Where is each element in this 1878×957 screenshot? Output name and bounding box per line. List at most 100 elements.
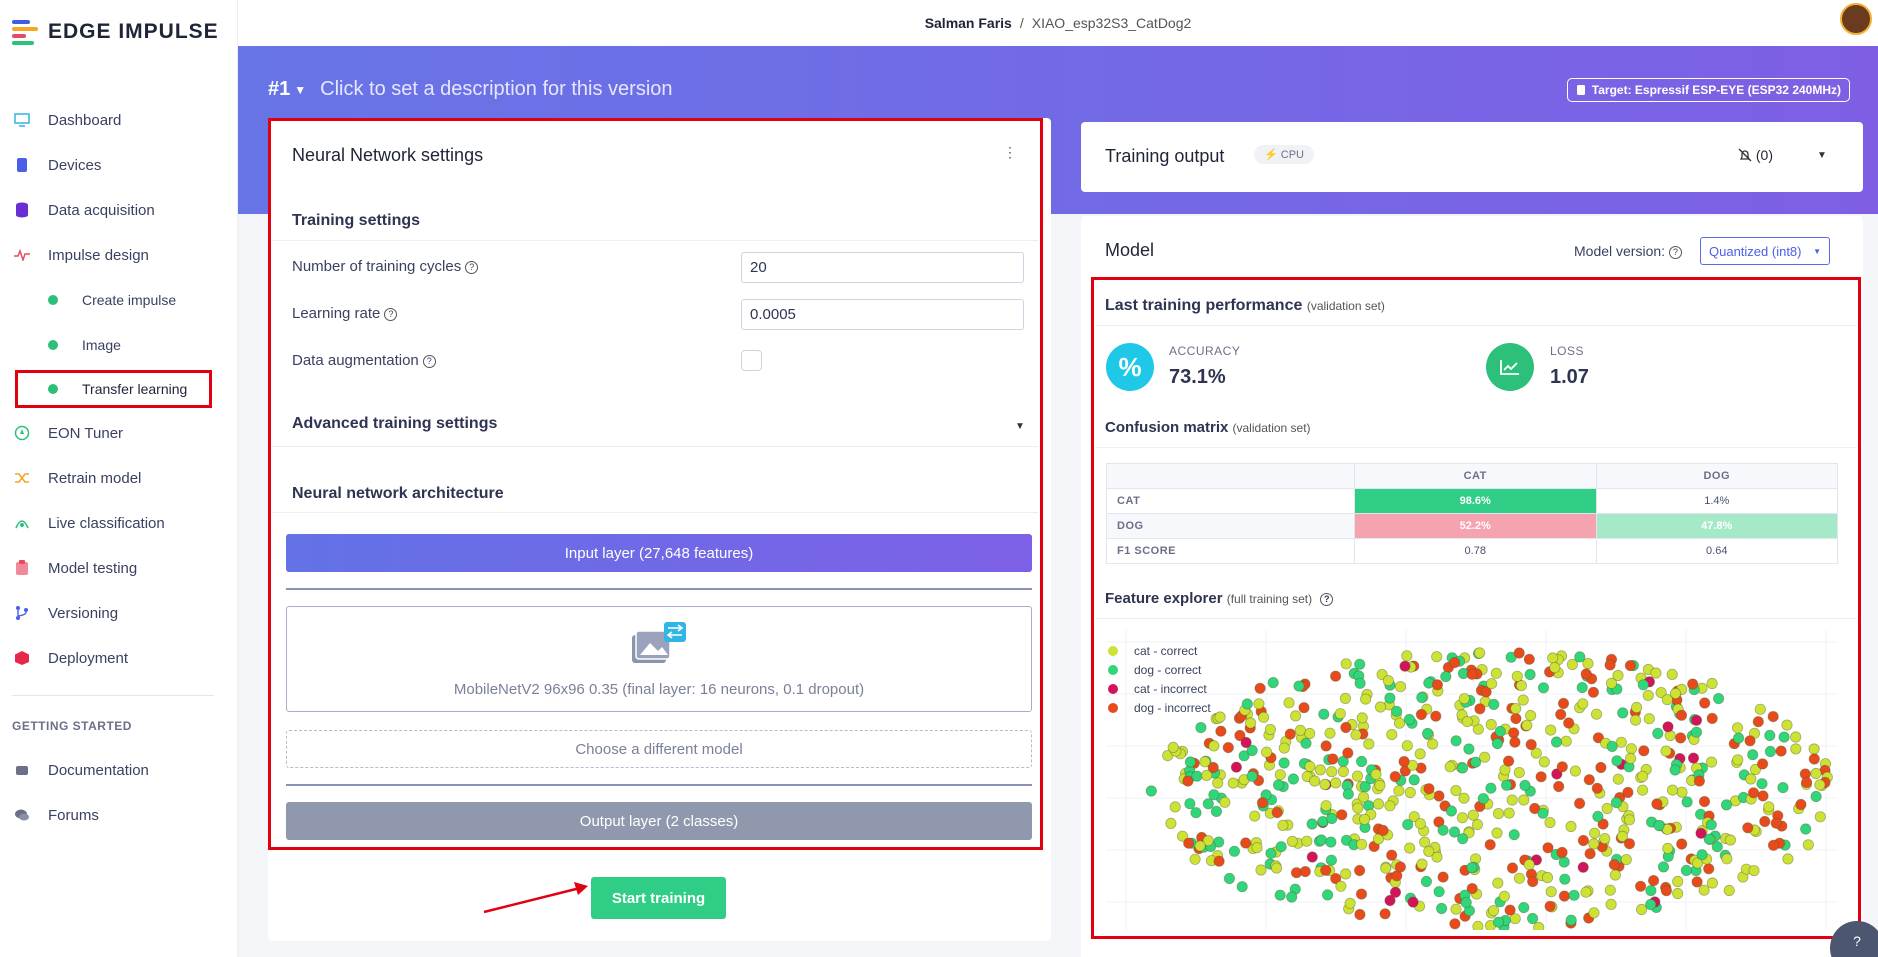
scatter-point [1756, 778, 1768, 790]
scatter-point [1463, 743, 1475, 755]
table-row: CAT 98.6% 1.4% [1106, 488, 1838, 514]
scatter-point [1599, 833, 1611, 845]
clipboard-icon [12, 558, 32, 578]
pulse-icon [12, 245, 32, 265]
user-name[interactable]: Salman Faris [925, 15, 1012, 31]
scatter-point [1227, 777, 1239, 789]
scatter-point [1630, 701, 1643, 714]
scatter-point [1195, 722, 1207, 734]
scatter-point [1474, 703, 1486, 715]
sidebar-item-dashboard[interactable]: Dashboard [12, 105, 121, 135]
sidebar-item-live-classification[interactable]: Live classification [12, 508, 165, 538]
choose-different-model-button[interactable]: Choose a different model [286, 730, 1032, 768]
scatter-point [1588, 827, 1601, 839]
scatter-point [1637, 770, 1649, 782]
input-layer[interactable]: Input layer (27,648 features) [286, 534, 1032, 572]
scatter-point [1588, 838, 1600, 850]
scatter-point [1278, 742, 1290, 754]
scatter-point [1523, 859, 1535, 871]
sidebar-item-forums[interactable]: Forums [12, 800, 99, 830]
sidebar-item-create-impulse[interactable]: Create impulse [48, 285, 176, 315]
scatter-point [1764, 729, 1776, 742]
sidebar-item-data-acquisition[interactable]: Data acquisition [12, 195, 155, 225]
accuracy-value: 73.1% [1169, 366, 1226, 388]
help-icon[interactable]: ? [1320, 592, 1334, 606]
help-icon[interactable]: ? [384, 307, 398, 321]
help-icon[interactable]: ? [422, 354, 436, 368]
sidebar-item-label: Impulse design [48, 246, 149, 264]
scatter-point [1183, 837, 1195, 849]
data-augmentation-checkbox[interactable] [741, 350, 762, 371]
scatter-point [1651, 798, 1663, 810]
scatter-point [1526, 912, 1539, 925]
scatter-point [1492, 916, 1505, 928]
scatter-point [1322, 889, 1334, 901]
edge-impulse-logo[interactable]: EDGE IMPULSE [12, 20, 219, 45]
scatter-point [1563, 717, 1575, 729]
start-training-button[interactable]: Start training [591, 877, 726, 919]
sidebar-item-model-testing[interactable]: Model testing [12, 553, 137, 583]
scatter-point [1518, 901, 1530, 914]
table-row: F1 SCORE 0.78 0.64 [1106, 538, 1838, 564]
learning-rate-input[interactable]: 0.0005 [741, 299, 1024, 330]
sidebar-item-image[interactable]: Image [48, 330, 121, 360]
sidebar-item-documentation[interactable]: Documentation [12, 755, 149, 785]
perf-subtitle: (validation set) [1306, 299, 1385, 313]
version-selector[interactable]: #1 ▼ Click to set a description for this… [268, 78, 673, 101]
scatter-point [1355, 888, 1368, 900]
scatter-point [1419, 836, 1431, 848]
scatter-point [1553, 780, 1565, 793]
learning-rate-label-text: Learning rate [292, 305, 381, 322]
output-layer[interactable]: Output layer (2 classes) [286, 802, 1032, 840]
scatter-point [1541, 871, 1554, 884]
avatar[interactable] [1840, 3, 1872, 35]
scatter-point [1695, 827, 1707, 839]
scatter-point [1706, 677, 1718, 690]
scatter-point [1253, 698, 1265, 710]
scatter-point [1458, 792, 1470, 804]
project-name[interactable]: XIAO_esp32S3_CatDog2 [1032, 15, 1192, 31]
scatter-point [1379, 908, 1391, 920]
chevron-down-icon[interactable]: ▼ [1817, 150, 1827, 161]
row-label: DOG [1106, 513, 1355, 539]
scatter-point [1650, 667, 1662, 679]
kebab-menu-icon[interactable]: ⋮ [1003, 145, 1017, 159]
help-icon[interactable]: ? [465, 260, 479, 274]
scatter-point [1320, 800, 1332, 812]
scatter-point [1748, 865, 1760, 877]
scatter-point [1456, 762, 1469, 774]
scatter-point [1330, 777, 1342, 789]
scatter-point [1215, 725, 1227, 737]
scatter-point [1781, 719, 1793, 731]
model-version-select[interactable]: Quantized (int8) ▼ [1700, 237, 1830, 265]
model-version-value: Quantized (int8) [1709, 243, 1802, 259]
sidebar-item-impulse-design[interactable]: Impulse design [12, 240, 149, 270]
chevron-down-icon[interactable]: ▼ [1015, 421, 1025, 432]
divider [272, 446, 1038, 447]
scatter-point [1814, 811, 1826, 823]
sidebar-item-devices[interactable]: Devices [12, 150, 101, 180]
chat-icon [12, 805, 32, 825]
sidebar-item-retrain-model[interactable]: Retrain model [12, 463, 141, 493]
help-icon[interactable]: ? [1669, 245, 1683, 259]
sidebar-item-eon-tuner[interactable]: EON Tuner [12, 418, 123, 448]
model-layer-card[interactable]: MobileNetV2 96x96 0.35 (final layer: 16 … [286, 606, 1032, 712]
scatter-point [1326, 766, 1338, 778]
scatter-point [1810, 767, 1822, 780]
scatter-point [1513, 647, 1525, 659]
sidebar-item-deployment[interactable]: Deployment [12, 643, 128, 673]
target-device-button[interactable]: Target: Espressif ESP-EYE (ESP32 240MHz) [1566, 78, 1850, 102]
scatter-point [1808, 743, 1820, 755]
notifications-toggle[interactable]: (0) [1738, 147, 1773, 163]
sidebar-item-versioning[interactable]: Versioning [12, 598, 118, 628]
scatter-point [1472, 920, 1484, 930]
advanced-training-settings-title[interactable]: Advanced training settings [292, 415, 497, 433]
scatter-point [1767, 711, 1779, 723]
scatter-point [1732, 754, 1744, 766]
version-description[interactable]: Click to set a description for this vers… [320, 78, 672, 101]
feature-explorer-plot[interactable]: cat - correct dog - correct cat - incorrec… [1106, 630, 1836, 930]
scatter-point [1190, 807, 1202, 819]
training-cycles-input[interactable]: 20 [741, 252, 1024, 283]
scatter-point [1521, 719, 1533, 731]
scatter-point [1802, 839, 1814, 851]
